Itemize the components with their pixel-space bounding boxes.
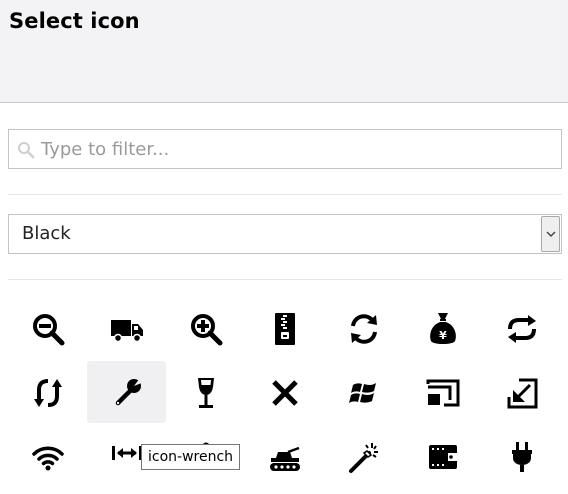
dialog-header: Select icon [0,0,568,103]
icon-tooltip: icon-wrench [141,444,241,470]
color-select[interactable]: Black [8,214,562,254]
icon-cell-zoom-out[interactable] [8,297,87,359]
truck-icon [111,320,143,343]
divider [8,194,562,195]
icon-cell-wallet[interactable] [403,425,482,487]
icon-cell-sync[interactable] [482,297,561,359]
icon-cell-zoom-in[interactable] [166,297,245,359]
icon-cell-window-minimize[interactable] [482,361,561,423]
windows-logo-icon [349,383,376,403]
wine-glass-icon [198,378,214,408]
screen-cast-icon [426,379,460,407]
icon-cell-wifi[interactable] [8,425,87,487]
close-x-icon [272,380,298,406]
dialog-title: Select icon [9,9,140,33]
zoom-out-icon [33,314,65,346]
filter-field[interactable] [8,129,562,169]
icon-cell-vertical-sync[interactable] [8,361,87,423]
vertical-sync-icon [34,379,62,407]
icon-cell-truck[interactable] [87,297,166,359]
search-icon [18,142,35,159]
color-select-value: Black [22,223,71,244]
width-icon [112,446,142,460]
filter-input[interactable] [41,130,551,168]
icon-cell-windows[interactable] [324,361,403,423]
icon-cell-magic-wand[interactable] [324,425,403,487]
wallet-icon [429,445,457,469]
zip-file-icon [275,313,295,345]
tank-icon [270,446,300,471]
icon-cell-wrench[interactable] [87,361,166,423]
dropdown-button[interactable] [541,216,560,252]
icon-cell-plug[interactable] [482,425,561,487]
chevron-down-icon [546,231,556,238]
wifi-icon [32,446,64,471]
divider [8,279,562,280]
refresh-icon [351,314,377,344]
magic-wand-icon [349,443,378,473]
icon-cell-screen-cast[interactable] [403,361,482,423]
icon-cell-zip[interactable] [245,297,324,359]
icon-cell-tank[interactable] [245,425,324,487]
icon-cell-refresh[interactable] [324,297,403,359]
zoom-in-icon [191,314,223,346]
svg-text:¥: ¥ [439,329,447,342]
money-bag-icon: ¥ [430,313,456,344]
window-minimize-icon [507,378,538,409]
icon-cell-wine-glass[interactable] [166,361,245,423]
icon-cell-close[interactable] [245,361,324,423]
plug-icon [512,442,532,472]
sync-icon [508,315,536,343]
icon-cell-money-bag[interactable]: ¥ [403,297,482,359]
wrench-icon [115,378,144,406]
